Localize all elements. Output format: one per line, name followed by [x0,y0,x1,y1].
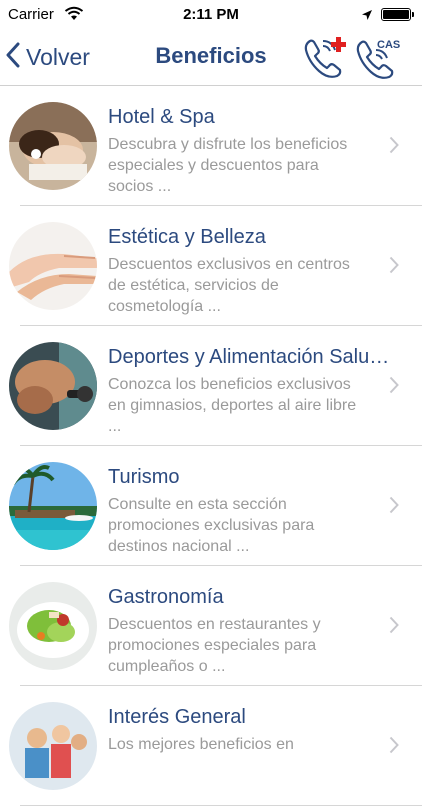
beauty-thumbnail [9,222,97,310]
item-title: Estética y Belleza [108,226,266,248]
chevron-right-icon [389,616,399,639]
item-title: Hotel & Spa [108,106,215,128]
list-item-hotel-spa[interactable]: Hotel & Spa Descubra y disfrute los bene… [0,86,422,206]
list-item-interes-general[interactable]: Interés General Los mejores beneficios e… [0,686,422,806]
item-title: Gastronomía [108,586,224,608]
item-description: Descuentos exclusivos en centros de esté… [108,256,350,315]
food-thumbnail [9,582,97,670]
emergency-call-button[interactable] [300,33,348,81]
chevron-right-icon [389,496,399,519]
list-item-gastronomia[interactable]: Gastronomía Descuentos en restaurantes y… [0,566,422,686]
cas-call-button[interactable]: CAS [354,33,404,81]
item-title: Deportes y Alimentación Saludable [108,346,400,368]
tourism-thumbnail [9,462,97,550]
cas-label: CAS [377,39,400,51]
battery-icon [381,8,414,21]
navigation-bar: Volver Beneficios CAS [0,30,422,86]
spa-thumbnail [9,102,97,190]
general-thumbnail [9,702,97,790]
item-description: Conozca los beneficios exclusivos en gim… [108,376,357,435]
phone-cas-icon: CAS [354,39,404,85]
chevron-right-icon [389,376,399,399]
benefits-list: Hotel & Spa Descubra y disfrute los bene… [0,86,422,806]
chevron-right-icon [389,256,399,279]
list-item-turismo[interactable]: Turismo Consulte en esta sección promoci… [0,446,422,566]
item-title: Interés General [108,706,246,728]
list-item-estetica-belleza[interactable]: Estética y Belleza Descuentos exclusivos… [0,206,422,326]
phone-plus-icon [300,37,348,85]
chevron-right-icon [389,136,399,159]
item-description: Descuentos en restaurantes y promociones… [108,616,321,675]
item-title: Turismo [108,466,180,488]
sports-thumbnail [9,342,97,430]
item-description: Consulte en esta sección promociones exc… [108,496,315,555]
item-description: Los mejores beneficios en [108,736,294,753]
status-bar: Carrier 2:11 PM [0,0,422,30]
chevron-right-icon [389,736,399,759]
location-icon [361,8,373,26]
status-time: 2:11 PM [183,6,239,23]
list-item-deportes[interactable]: Deportes y Alimentación Saludable Conozc… [0,326,422,446]
item-description: Descubra y disfrute los beneficios espec… [108,136,348,195]
